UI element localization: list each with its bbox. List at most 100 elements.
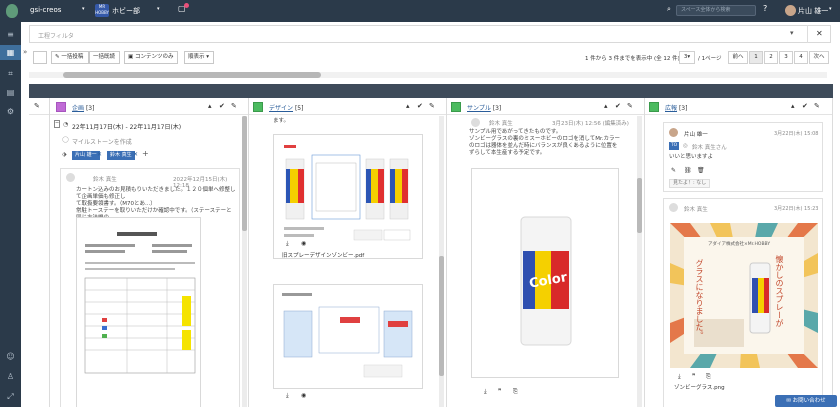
assignee-tag[interactable]: 片山 雄一 bbox=[72, 151, 100, 160]
members-icon[interactable]: ☺ bbox=[5, 352, 16, 361]
column-title[interactable]: サンプル [3] bbox=[467, 103, 501, 112]
document-icon[interactable]: ▤ bbox=[5, 88, 16, 97]
per-page-select[interactable]: 3▾ bbox=[679, 51, 695, 64]
column-color-swatch[interactable] bbox=[253, 102, 263, 112]
edit-icon[interactable]: ✎ bbox=[429, 102, 435, 110]
space-badge: MR HOBBY bbox=[95, 4, 109, 17]
vertical-scrollbar[interactable] bbox=[242, 116, 247, 407]
board-icon[interactable]: ▦ bbox=[0, 45, 21, 60]
user-name[interactable]: 片山 雄一 bbox=[798, 6, 828, 16]
download-icon[interactable]: ⤓ bbox=[286, 240, 289, 248]
collapse-icon[interactable]: ▴ bbox=[208, 102, 212, 110]
prev-button[interactable]: 前へ bbox=[728, 51, 748, 64]
check-icon[interactable]: ✔ bbox=[802, 102, 808, 110]
file-name[interactable]: 旧スプレーデザインゾンビー.pdf bbox=[282, 251, 364, 259]
search-icon[interactable]: ⌕ bbox=[667, 5, 671, 14]
collapse-icon[interactable]: ▴ bbox=[406, 102, 410, 110]
download-icon[interactable]: ⤓ bbox=[678, 373, 681, 381]
scroll-thumb[interactable] bbox=[637, 178, 642, 233]
page-3-button[interactable]: 3 bbox=[779, 51, 793, 64]
avatar[interactable] bbox=[785, 5, 796, 16]
chevron-down-icon[interactable]: ▾ bbox=[790, 29, 794, 37]
page-4-button[interactable]: 4 bbox=[794, 51, 808, 64]
seen-button[interactable]: 見たよ！: なし bbox=[669, 179, 711, 188]
scroll-thumb[interactable] bbox=[439, 256, 444, 376]
app-logo-icon[interactable] bbox=[6, 4, 18, 18]
download-icon[interactable]: ⤓ bbox=[286, 392, 289, 400]
milestone-icon: ◯ bbox=[62, 136, 69, 143]
close-icon[interactable]: ✕ bbox=[816, 29, 823, 38]
bulk-post-button[interactable]: ✎ 一括投稿 bbox=[51, 51, 89, 64]
edit-icon[interactable]: ✎ bbox=[34, 102, 40, 110]
add-tag-icon[interactable]: + bbox=[142, 149, 149, 158]
design-thumbnail[interactable] bbox=[273, 134, 423, 259]
view-icon[interactable]: ◉ bbox=[301, 240, 306, 247]
collapse-toggle-icon[interactable]: » bbox=[23, 48, 27, 56]
copy-icon[interactable]: ⎘ bbox=[706, 373, 711, 381]
gantt-icon[interactable]: ⌗ bbox=[5, 69, 16, 78]
scroll-thumb[interactable] bbox=[242, 116, 247, 231]
column-title[interactable]: デザイン [5] bbox=[269, 103, 303, 112]
link-icon[interactable]: ⛓ bbox=[684, 167, 692, 174]
collapse-icon[interactable]: ▴ bbox=[604, 102, 608, 110]
file-name[interactable]: ゾンビーグラス.png bbox=[674, 383, 725, 391]
chevron-down-icon[interactable]: ▾ bbox=[82, 6, 85, 12]
sample-photo[interactable]: Color bbox=[471, 168, 619, 378]
order-select[interactable]: 順表示 ▾ bbox=[184, 51, 214, 64]
check-icon[interactable]: ✔ bbox=[219, 102, 225, 110]
quote-icon[interactable]: ❞ bbox=[692, 373, 695, 380]
poster-image[interactable]: アダイア株式会社×Mr.HOBBY 懐かしのスプレーが グラスになりました。 bbox=[670, 223, 818, 368]
column-title[interactable]: 広報 [3] bbox=[665, 103, 687, 112]
view-icon[interactable]: ◉ bbox=[301, 392, 306, 399]
avatar bbox=[471, 118, 480, 127]
remove-tag-icon[interactable]: ✕ bbox=[97, 151, 102, 158]
remove-tag-icon[interactable]: ✕ bbox=[133, 151, 138, 158]
date-range[interactable]: 22年11月17日(木) - 22年11月17日(木) bbox=[72, 122, 181, 131]
help-icon[interactable]: ? bbox=[763, 4, 767, 13]
edit-icon[interactable]: ✎ bbox=[814, 102, 820, 110]
copy-icon[interactable]: ⎘ bbox=[513, 388, 518, 396]
avatar bbox=[66, 173, 75, 182]
filter-input[interactable]: 工程フィルタ bbox=[38, 31, 74, 40]
horizontal-scrollbar[interactable] bbox=[29, 72, 827, 78]
post-body-line: のロゴは器体を並んだ時にバランスが良くあるように位置を bbox=[469, 143, 618, 149]
vertical-scrollbar[interactable] bbox=[439, 116, 444, 407]
collapse-icon[interactable]: ▴ bbox=[791, 102, 795, 110]
check-icon[interactable]: ✔ bbox=[615, 102, 621, 110]
page-2-button[interactable]: 2 bbox=[764, 51, 778, 64]
vertical-scrollbar[interactable] bbox=[637, 116, 642, 407]
edit-icon[interactable]: ✎ bbox=[671, 167, 676, 174]
contact-button[interactable]: ✉ お問い合わせ bbox=[775, 395, 837, 407]
collapse-box-icon[interactable]: − bbox=[54, 120, 60, 128]
check-icon[interactable]: ✔ bbox=[417, 102, 423, 110]
create-milestone-link[interactable]: マイルストーンを作成 bbox=[72, 137, 132, 146]
document-thumbnail[interactable] bbox=[76, 217, 201, 407]
process-filter[interactable]: 工程フィルタ ▾ ✕ bbox=[29, 25, 831, 43]
space-name[interactable]: ホビー部 bbox=[112, 6, 140, 16]
contents-only-button[interactable]: ▣ コンテンツのみ bbox=[124, 51, 178, 64]
workspace-name[interactable]: gsi-creos bbox=[30, 6, 61, 14]
select-all-checkbox[interactable] bbox=[33, 51, 47, 64]
column-color-swatch[interactable] bbox=[56, 102, 66, 112]
page-1-button[interactable]: 1 bbox=[749, 51, 763, 64]
design-thumbnail[interactable] bbox=[273, 284, 423, 389]
column-color-swatch[interactable] bbox=[451, 102, 461, 112]
chevron-down-icon[interactable]: ▾ bbox=[157, 6, 160, 12]
gear-icon[interactable]: ⚙ bbox=[5, 107, 16, 116]
bulk-read-button[interactable]: 一括既読 bbox=[89, 51, 120, 64]
quote-icon[interactable]: ❞ bbox=[498, 388, 501, 395]
user-add-icon[interactable]: ♙ bbox=[5, 372, 16, 381]
search-input[interactable]: スペース全体から検索 bbox=[676, 5, 756, 16]
chevron-down-icon[interactable]: ▾ bbox=[829, 6, 832, 12]
assignee-tag[interactable]: 鈴木 真生 bbox=[107, 151, 135, 160]
delete-icon[interactable]: 🗑 bbox=[697, 167, 705, 174]
expand-icon[interactable]: ⤢ bbox=[5, 392, 16, 401]
list-icon[interactable]: ≡ bbox=[5, 30, 16, 39]
column-color-swatch[interactable] bbox=[649, 102, 659, 112]
next-button[interactable]: 次へ bbox=[809, 51, 829, 64]
download-icon[interactable]: ⤓ bbox=[484, 388, 487, 396]
scroll-thumb[interactable] bbox=[63, 72, 321, 78]
column-title[interactable]: 企画 [3] bbox=[72, 103, 94, 112]
edit-icon[interactable]: ✎ bbox=[231, 102, 237, 110]
edit-icon[interactable]: ✎ bbox=[627, 102, 633, 110]
